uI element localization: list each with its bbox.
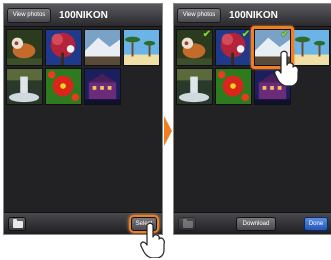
folder-button [178, 217, 196, 231]
phone-screen-before: View photos 100NIKON Select [3, 3, 163, 235]
folder-title: 100NIKON [59, 10, 108, 21]
download-button[interactable]: Download [236, 217, 276, 231]
tap-hand-icon [140, 222, 165, 258]
phone-screen-after: View photos 100NIKON ✔ ✔ ✔ Download Done [173, 3, 331, 235]
thumbnail-waterfall[interactable] [176, 68, 213, 105]
thumbnail-red-flowers[interactable] [45, 68, 82, 105]
arrow-right-icon [164, 116, 172, 146]
checkmark-icon: ✔ [241, 29, 250, 40]
toolbar: Select [4, 212, 162, 234]
thumbnail-red-flowers[interactable] [215, 68, 252, 105]
thumbnail-waterfall[interactable] [6, 68, 43, 105]
thumbnail-red-tree[interactable]: ✔ [215, 29, 252, 66]
view-photos-button[interactable]: View photos [177, 8, 221, 23]
thumbnail-night-building[interactable] [84, 68, 121, 105]
thumbnail-palm-beach[interactable] [123, 29, 160, 66]
folder-icon [13, 219, 23, 228]
thumbnail-mandarin-duck[interactable]: ✔ [176, 29, 213, 66]
thumbnail-red-tree[interactable] [45, 29, 82, 66]
thumbnail-mandarin-duck[interactable] [6, 29, 43, 66]
navigation-bar: View photos 100NIKON [4, 4, 162, 27]
thumbnail-snowy-landscape[interactable] [84, 29, 121, 66]
tap-hand-icon [274, 50, 299, 86]
folder-title: 100NIKON [229, 10, 278, 21]
folder-icon [183, 219, 193, 228]
view-photos-button[interactable]: View photos [7, 8, 51, 23]
folder-button[interactable] [8, 217, 26, 231]
navigation-bar: View photos 100NIKON [174, 4, 331, 27]
checkmark-icon: ✔ [202, 29, 211, 40]
toolbar: Download Done [174, 212, 331, 234]
done-button[interactable]: Done [304, 217, 328, 231]
